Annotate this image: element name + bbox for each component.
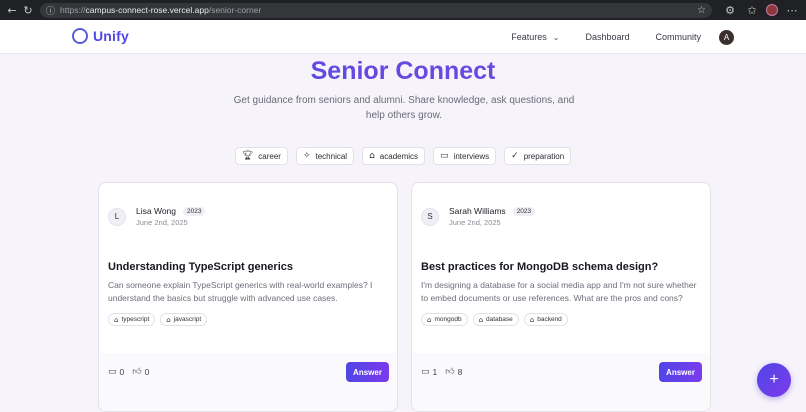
reload-icon[interactable]: ↻ (22, 2, 34, 18)
answer-count-value: 0 (119, 367, 125, 377)
nav-links: Features ⌄ Dashboard Community A (485, 20, 734, 54)
post-date: June 2nd, 2025 (136, 218, 188, 227)
author-avatar: L (108, 207, 126, 226)
nav-features[interactable]: Features ⌄ (511, 32, 559, 42)
tag-icon: ⌂ (529, 315, 535, 324)
nav-community[interactable]: Community (655, 32, 701, 42)
card-stats: ▭ 1 👍︎ 8 (421, 367, 462, 377)
page-subtitle: Get guidance from seniors and alumni. Sh… (233, 95, 575, 121)
url-text: https://campus-connect-rose.vercel.app/s… (60, 5, 262, 15)
back-icon[interactable]: ← (6, 2, 18, 18)
new-question-button[interactable]: + (757, 363, 791, 397)
category-interviews[interactable]: ▭ interviews (433, 147, 497, 165)
question-card[interactable]: L Lisa Wong 2023 June 2nd, 2025 Understa… (98, 182, 398, 412)
menu-icon[interactable]: ⋯ (784, 2, 800, 18)
card-stats: ▭ 0 👍︎ 0 (108, 367, 149, 377)
address-bar[interactable]: ⓘ https://campus-connect-rose.vercel.app… (40, 2, 712, 18)
extensions-icon[interactable]: ⚙ (722, 2, 738, 18)
tag-label: mongodb (434, 316, 462, 323)
question-body: I'm designing a database for a social me… (421, 280, 697, 303)
post-date: June 2nd, 2025 (449, 218, 501, 227)
category-label: interviews (453, 151, 490, 161)
tag-label: backend (537, 316, 562, 323)
bookmark-star-icon[interactable]: ☆ (697, 5, 706, 16)
category-label: career (258, 151, 281, 161)
logo[interactable]: Unify (72, 28, 129, 44)
like-count-value: 8 (457, 367, 463, 377)
category-preparation[interactable]: ✓ preparation (504, 147, 572, 165)
question-body: Can someone explain TypeScript generics … (108, 280, 373, 303)
tag[interactable]: ⌂ backend (523, 313, 568, 326)
comment-icon: ▭ (108, 367, 117, 377)
author-name[interactable]: Lisa Wong (136, 206, 176, 216)
category-filters: 🏆︎ career ✧ technical ⌂ academics ▭ intervie… (0, 147, 806, 165)
category-label: technical (315, 151, 348, 161)
tag-icon: ⌂ (427, 315, 432, 324)
tag[interactable]: ⌂ typescript (108, 313, 156, 326)
like-count[interactable]: 👍︎ 0 (132, 367, 149, 377)
author-name[interactable]: Sarah Williams (449, 206, 506, 216)
tag-label: javascript (173, 316, 202, 323)
tag-icon: ⌂ (166, 315, 171, 324)
author-avatar: S (421, 207, 439, 226)
tag[interactable]: ⌂ database (472, 313, 519, 326)
tag-list: ⌂ mongodb ⌂ database ⌂ backend (421, 313, 568, 326)
question-title[interactable]: Understanding TypeScript generics (108, 261, 293, 273)
category-label: preparation (523, 151, 565, 161)
user-avatar[interactable]: A (719, 29, 734, 45)
category-technical[interactable]: ✧ technical (295, 147, 355, 165)
tag[interactable]: ⌂ javascript (160, 313, 208, 326)
browser-profile-avatar[interactable] (766, 4, 778, 16)
like-count-value: 0 (144, 367, 150, 377)
favorites-icon[interactable]: ✩ (744, 2, 760, 18)
browser-toolbar: ← ↻ ⓘ https://campus-connect-rose.vercel… (0, 0, 806, 20)
like-count[interactable]: 👍︎ 8 (445, 367, 462, 377)
trophy-icon: 🏆︎ (241, 151, 254, 161)
chevron-down-icon: ⌄ (552, 32, 560, 42)
thumbs-up-icon: 👍︎ (445, 367, 455, 377)
sparkles-icon: ✧ (302, 151, 311, 161)
site-info-icon[interactable]: ⓘ (46, 4, 55, 17)
nav-features-label: Features (511, 32, 547, 42)
year-badge: 2023 (183, 206, 206, 216)
answer-button[interactable]: Answer (346, 362, 389, 382)
comment-icon: ▭ (421, 367, 430, 377)
page-title: Senior Connect (0, 57, 806, 86)
category-academics[interactable]: ⌂ academics (362, 147, 426, 165)
tag-list: ⌂ typescript ⌂ javascript (108, 313, 208, 326)
tag-icon: ⌂ (478, 315, 484, 324)
question-card[interactable]: S Sarah Williams 2023 June 2nd, 2025 Bes… (411, 182, 711, 412)
answer-count[interactable]: ▭ 1 (421, 367, 437, 377)
nav-dashboard[interactable]: Dashboard (585, 32, 629, 42)
card-author: S Sarah Williams 2023 June 2nd, 2025 (421, 206, 536, 227)
category-label: academics (379, 151, 419, 161)
tag-label: typescript (121, 316, 150, 323)
check-circle-icon: ✓ (511, 151, 519, 161)
logo-text: Unify (93, 28, 129, 44)
category-career[interactable]: 🏆︎ career (234, 147, 288, 165)
graduation-cap-icon: ⌂ (369, 151, 375, 161)
tag-label: database (486, 316, 513, 323)
tag-icon: ⌂ (114, 315, 119, 324)
card-author: L Lisa Wong 2023 June 2nd, 2025 (108, 206, 206, 227)
app-navbar: Unify Features ⌄ Dashboard Community A (0, 20, 806, 54)
answer-button[interactable]: Answer (659, 362, 702, 382)
tag[interactable]: ⌂ mongodb (421, 313, 468, 326)
answer-count-value: 1 (432, 367, 438, 377)
thumbs-up-icon: 👍︎ (132, 367, 142, 377)
logo-circle-icon (72, 28, 88, 44)
question-title[interactable]: Best practices for MongoDB schema design… (421, 261, 658, 273)
answer-count[interactable]: ▭ 0 (108, 367, 124, 377)
year-badge: 2023 (512, 206, 536, 216)
message-square-icon: ▭ (440, 151, 449, 161)
